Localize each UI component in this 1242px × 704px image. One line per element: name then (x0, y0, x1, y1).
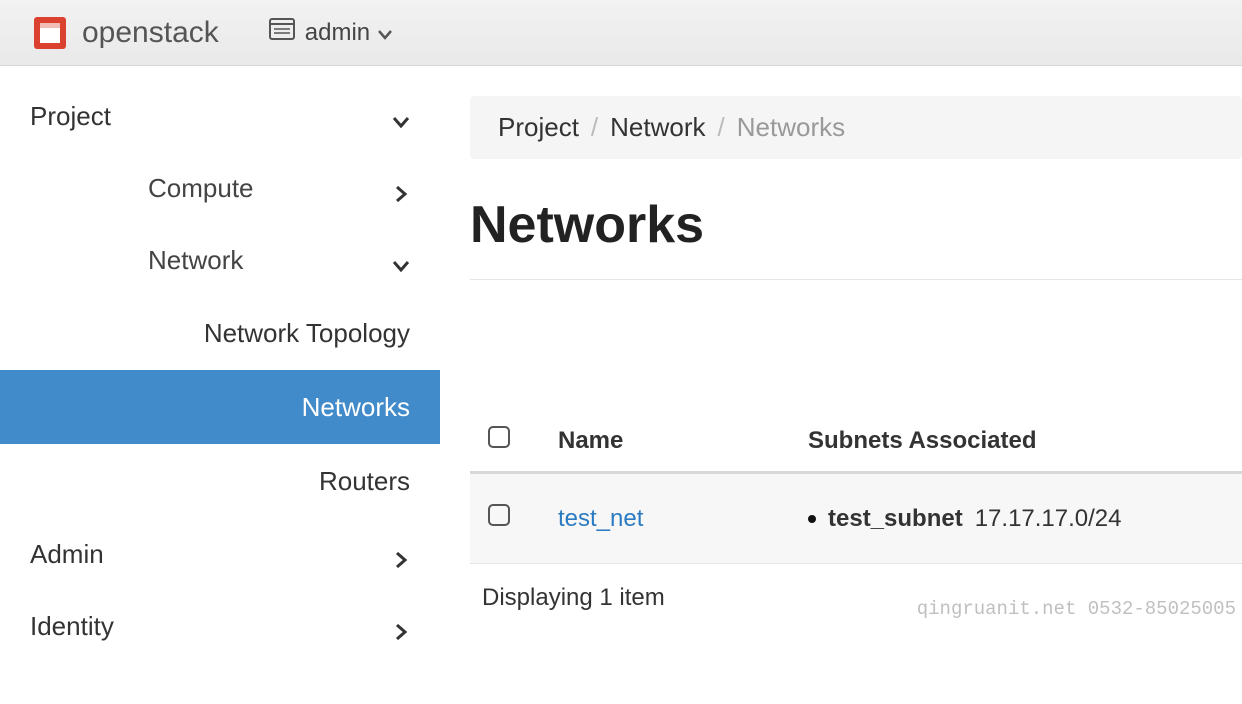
project-selector[interactable]: admin (269, 18, 392, 47)
chevron-right-icon (392, 545, 410, 563)
watermark-text: qingruanit.net 0532-85025005 (917, 598, 1236, 620)
sidebar-item-networks[interactable]: Networks (0, 370, 440, 444)
sidebar-item-label: Compute (148, 173, 254, 204)
cell-subnets: test_subnet 17.17.17.0/24 (790, 473, 1242, 564)
breadcrumb-separator: / (718, 112, 725, 143)
sidebar-item-label: Network (148, 245, 243, 276)
sidebar-item-compute[interactable]: Compute (0, 152, 440, 224)
subnet-cidr: 17.17.17.0/24 (975, 505, 1122, 533)
networks-table: Name Subnets Associated test_net tes (470, 410, 1242, 564)
breadcrumb-link-network[interactable]: Network (610, 112, 705, 143)
select-all-checkbox[interactable] (488, 426, 510, 448)
caret-down-icon (378, 19, 392, 47)
sidebar-item-identity[interactable]: Identity (0, 590, 440, 662)
sidebar-item-label: Project (30, 101, 111, 132)
sidebar-item-network[interactable]: Network (0, 224, 440, 296)
page-title: Networks (470, 195, 1242, 255)
main-content: Project / Network / Networks Networks Na… (440, 66, 1242, 662)
breadcrumb-link-project[interactable]: Project (498, 112, 579, 143)
window-icon (269, 18, 295, 47)
subnet-name: test_subnet (828, 505, 963, 533)
subnet-item: test_subnet 17.17.17.0/24 (808, 505, 1224, 533)
openstack-logo-icon (30, 13, 70, 53)
sidebar-item-routers[interactable]: Routers (0, 444, 440, 518)
brand-text: openstack (82, 16, 219, 50)
network-name-link[interactable]: test_net (558, 505, 643, 532)
sidebar-item-label: Routers (319, 466, 410, 497)
table-header-row: Name Subnets Associated (470, 410, 1242, 473)
column-header-checkbox (470, 410, 540, 473)
cell-name: test_net (540, 473, 790, 564)
cell-checkbox (470, 473, 540, 564)
sidebar: Project Compute Network Network Topology… (0, 66, 440, 662)
breadcrumb: Project / Network / Networks (470, 96, 1242, 159)
row-checkbox[interactable] (488, 504, 510, 526)
sidebar-item-label: Identity (30, 611, 114, 642)
divider (470, 279, 1242, 280)
chevron-right-icon (392, 617, 410, 635)
bullet-icon (808, 515, 816, 523)
sidebar-item-project[interactable]: Project (0, 80, 440, 152)
breadcrumb-separator: / (591, 112, 598, 143)
sidebar-item-admin[interactable]: Admin (0, 518, 440, 590)
sidebar-item-label: Network Topology (204, 318, 410, 349)
project-selector-label: admin (305, 19, 370, 47)
breadcrumb-current: Networks (737, 112, 845, 143)
chevron-down-icon (392, 251, 410, 269)
topbar: openstack admin (0, 0, 1242, 66)
sidebar-item-network-topology[interactable]: Network Topology (0, 296, 440, 370)
sidebar-item-label: Admin (30, 539, 104, 570)
layout: Project Compute Network Network Topology… (0, 66, 1242, 662)
column-header-name[interactable]: Name (540, 410, 790, 473)
chevron-down-icon (392, 107, 410, 125)
table-row: test_net test_subnet 17.17.17.0/24 (470, 473, 1242, 564)
chevron-right-icon (392, 179, 410, 197)
sidebar-item-label: Networks (302, 392, 410, 423)
column-header-subnets[interactable]: Subnets Associated (790, 410, 1242, 473)
